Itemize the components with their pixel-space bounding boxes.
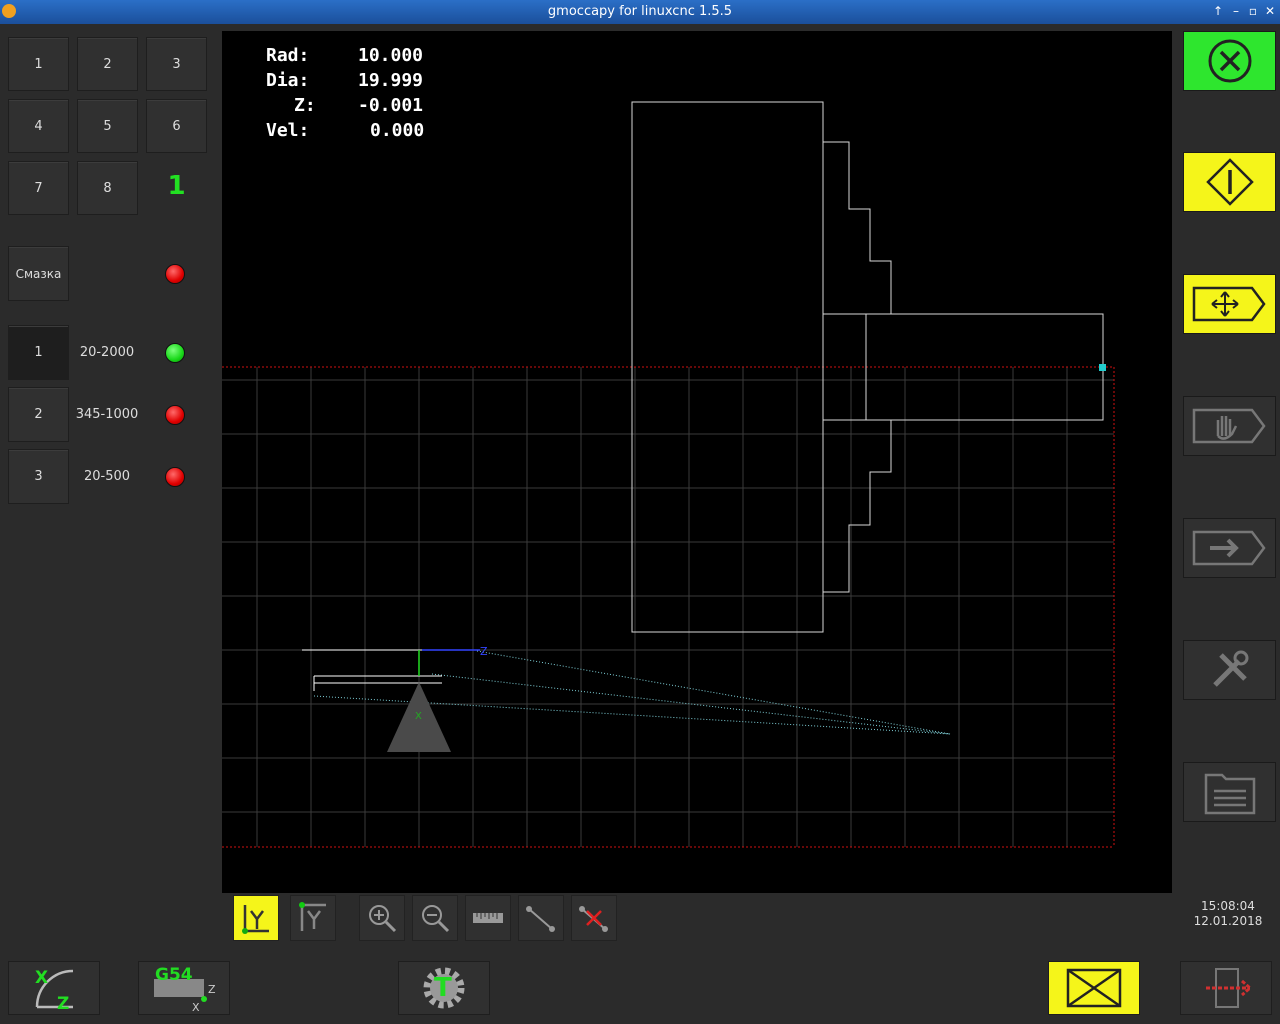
toolpath-feed [302,649,442,691]
zoom-in-icon [369,905,397,933]
xz-axes-icon: XZ [35,968,74,1013]
view-y2-icon [299,902,326,931]
zoom-out-button[interactable] [412,895,458,941]
power-button[interactable] [1183,152,1276,212]
exit-button[interactable] [1180,961,1272,1015]
settings-button[interactable] [1183,640,1276,700]
fullscreen-toggle-button[interactable] [1048,961,1140,1015]
svg-text:X: X [35,968,48,988]
power-icon [1205,158,1254,206]
manual-mode-button[interactable] [1183,274,1276,334]
mdi-mode-button[interactable] [1183,518,1276,578]
exit-door-icon [1206,968,1253,1008]
tools-icon [1212,650,1248,687]
gear-button-3[interactable]: 3 [8,449,69,504]
keep-above-icon[interactable]: ↑ [1210,3,1226,19]
workpiece-origin [1099,364,1106,371]
tool-button-7[interactable]: 7 [8,161,69,215]
lube-button[interactable]: Смазка [8,246,69,301]
tool-settings-button[interactable]: T [398,961,490,1015]
axis-x-label: X [415,711,422,722]
measure-icon [473,913,503,923]
offset-label: G54 [155,965,193,985]
gcode-preview[interactable]: Rad: 10.000 Dia: 19.999 Z: -0.001 Vel: 0… [222,31,1172,893]
tool-button-6[interactable]: 6 [146,99,207,153]
estop-icon [1208,39,1251,83]
tool-button-2[interactable]: 2 [77,37,138,91]
preview-toolbar [222,893,1172,943]
gear-range-label: 345-1000 [75,407,139,422]
toolpath-plot: Z X [222,101,1115,848]
gear-status-led [165,343,185,363]
window-titlebar: gmoccapy for linuxcnc 1.5.5 ↑ – ▫ ✕ [0,0,1280,24]
view-y2-button[interactable] [290,895,336,941]
move-arrows-icon [1192,286,1266,322]
gear-status-led [165,405,185,425]
folder-icon [1204,773,1255,815]
show-toolpath-button[interactable] [518,895,564,941]
axis-z-label: Z [480,645,488,658]
touch-off-button[interactable]: ZX G54 [138,961,230,1015]
current-tool-number: 1 [167,171,186,201]
view-y-icon [242,905,269,934]
toolpath-icon [526,906,555,932]
close-icon[interactable]: ✕ [1262,3,1278,19]
tool-letter: T [434,973,452,1003]
zoom-in-button[interactable] [359,895,405,941]
user-tabs-button[interactable] [1183,762,1276,822]
tool-button-3[interactable]: 3 [146,37,207,91]
gear-status-led [165,467,185,487]
gear-range-label: 20-2000 [79,345,135,360]
estop-button[interactable] [1183,31,1276,91]
grid [222,367,1114,847]
machine-limits [222,366,1115,848]
svg-text:X: X [192,1001,200,1013]
gear-button-2[interactable]: 2 [8,387,69,442]
clock-time: 15:08:04 [1201,899,1255,913]
clock-date: 12.01.2018 [1193,914,1263,928]
lube-status-led [165,264,185,284]
hand-icon [1192,408,1266,444]
measure-button[interactable] [465,895,511,941]
view-y-button[interactable] [233,895,279,941]
svg-text:Z: Z [57,994,69,1013]
tool-button-5[interactable]: 5 [77,99,138,153]
zoom-out-icon [422,905,450,933]
minimize-icon[interactable]: – [1228,3,1244,19]
jog-mode-button[interactable] [1183,396,1276,456]
gear-button-1[interactable]: 1 [8,325,69,380]
gear-range-label: 20-500 [83,469,131,484]
tool-button-1[interactable]: 1 [8,37,69,91]
maximize-icon[interactable]: ▫ [1245,3,1261,19]
xz-view-button[interactable]: XZ [8,961,100,1015]
arrow-right-icon [1192,530,1266,566]
svg-text:Z: Z [208,983,216,996]
window-title: gmoccapy for linuxcnc 1.5.5 [547,4,733,19]
clear-plot-button[interactable] [571,895,617,941]
tool-button-8[interactable]: 8 [77,161,138,215]
tool-button-4[interactable]: 4 [8,99,69,153]
clear-plot-icon [579,906,608,932]
cross-frame-icon [1066,968,1122,1008]
